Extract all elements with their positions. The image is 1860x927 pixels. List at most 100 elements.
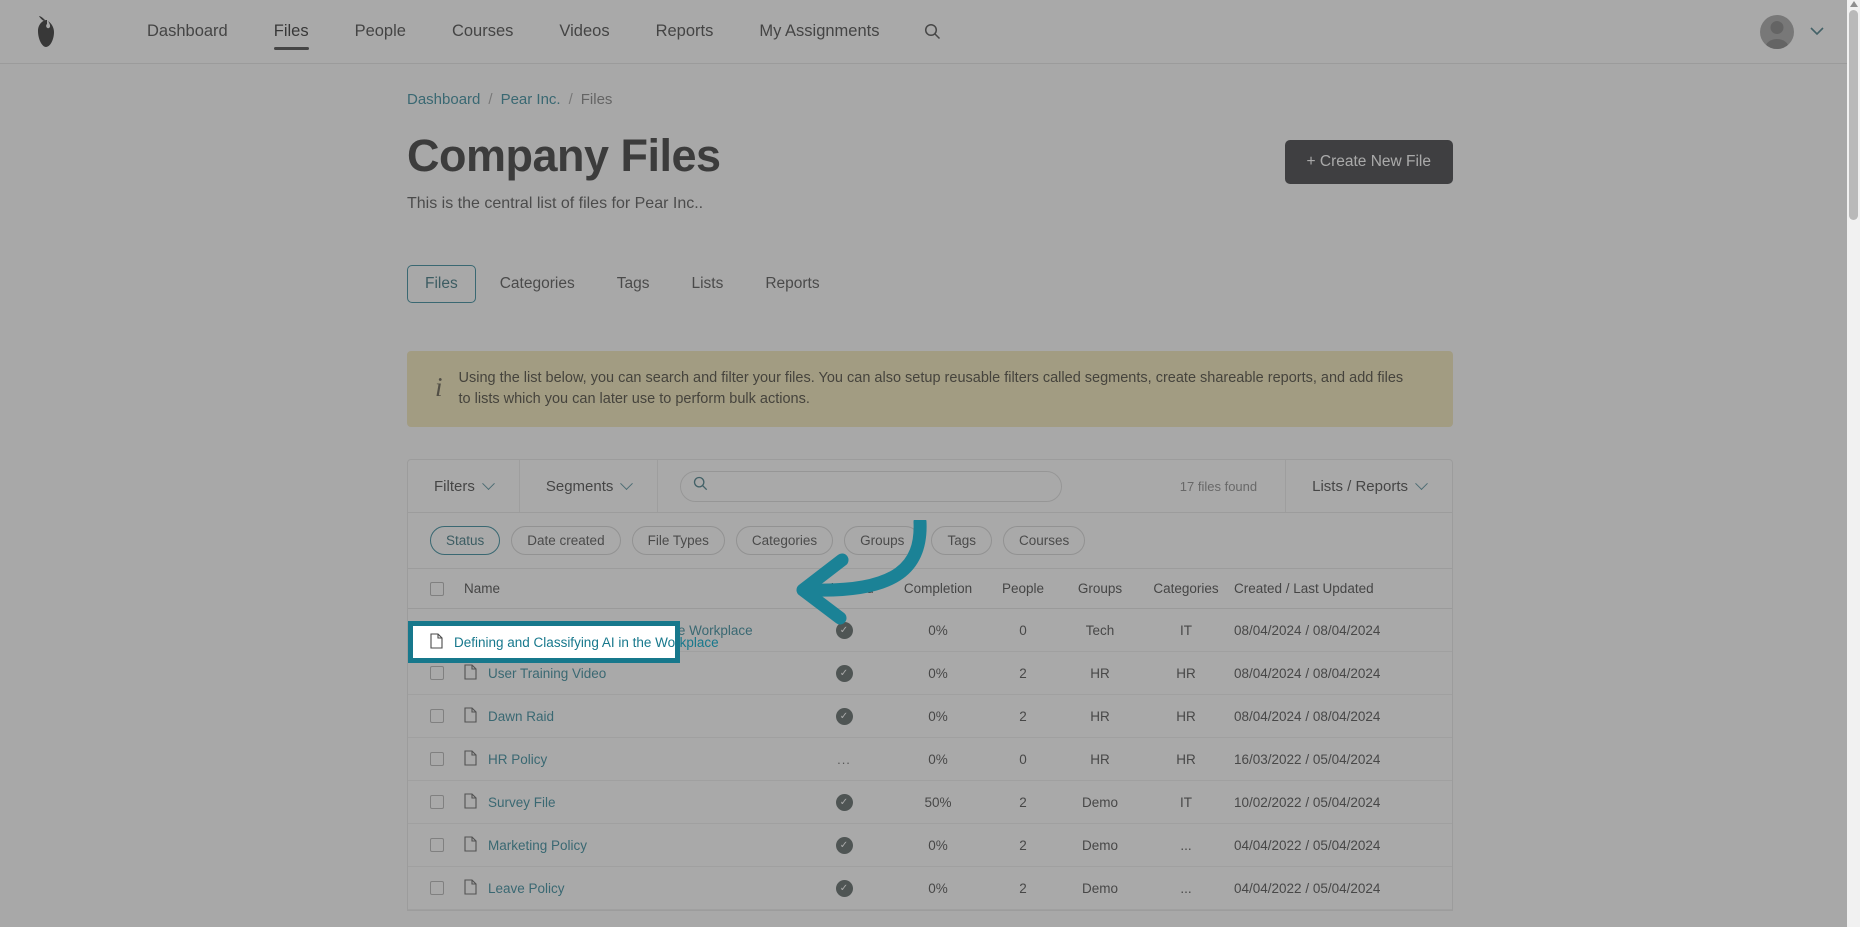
row-checkbox[interactable]: [430, 709, 444, 724]
table-row[interactable]: HR Policy... 0% 0 HR HR 16/03/2022 / 05/04/20…: [408, 738, 1452, 782]
published-check-icon: ✓: [835, 837, 853, 855]
filter-chip-categories[interactable]: Categories: [735, 526, 834, 556]
tab-tags[interactable]: Tags: [599, 265, 668, 303]
tab-categories[interactable]: Categories: [482, 265, 593, 303]
cell-categories: HR: [1176, 751, 1196, 767]
cell-groups: Tech: [1085, 622, 1115, 638]
nav-item-my-assignments[interactable]: My Assignments: [736, 0, 902, 64]
select-all-checkbox[interactable]: [430, 581, 444, 596]
search-icon[interactable]: [924, 23, 941, 40]
filter-chip-date-created[interactable]: Date created: [511, 526, 621, 556]
search-area: 17 files found: [658, 460, 1287, 513]
tab-label: Reports: [765, 275, 820, 292]
column-header-categories[interactable]: Categories: [1138, 581, 1234, 596]
cell-people: 0: [1019, 751, 1027, 767]
cell-created: 04/04/2022 / 05/04/2024: [1234, 880, 1381, 896]
cell-name: Defining and Classifying AI in the Workp…: [464, 621, 796, 640]
cell-published: ✓: [796, 793, 892, 812]
column-header-completion[interactable]: Completion: [892, 581, 984, 596]
row-checkbox[interactable]: [430, 666, 444, 681]
filter-chip-status[interactable]: Status: [430, 526, 501, 556]
file-document-icon: [464, 879, 477, 898]
file-name-link[interactable]: Survey File: [488, 795, 556, 810]
cell-categories: HR: [1176, 665, 1196, 681]
column-header-published[interactable]: Published: [796, 581, 892, 596]
scroll-up-arrow-icon[interactable]: [1850, 1, 1858, 7]
breadcrumb-separator: /: [488, 91, 493, 108]
nav-item-files[interactable]: Files: [251, 0, 332, 64]
column-header-name[interactable]: Name: [464, 581, 796, 596]
row-checkbox[interactable]: [430, 795, 444, 810]
user-avatar-icon[interactable]: [1760, 14, 1794, 49]
breadcrumb-company[interactable]: Pear Inc.: [501, 91, 561, 108]
table-row[interactable]: Defining and Classifying AI in the Workp…: [408, 609, 1452, 653]
search-box[interactable]: [680, 470, 1063, 502]
segments-label: Segments: [545, 477, 614, 495]
nav-items: Dashboard Files People Courses Videos Re…: [124, 0, 941, 64]
table-row[interactable]: User Training Video ✓ 0% 2 HR HR 08/04/2024 / …: [408, 652, 1452, 696]
cell-published: ✓: [796, 836, 892, 855]
cell-categories: HR: [1176, 708, 1196, 724]
pear-logo-icon[interactable]: [14, 15, 78, 49]
files-table: Name Published Completion People Groups …: [407, 569, 1453, 912]
cell-groups: HR: [1090, 665, 1110, 681]
table-row[interactable]: Leave Policy ✓ 0% 2 Demo... 04/04/2022 / 05/0…: [408, 867, 1452, 911]
row-checkbox[interactable]: [430, 881, 444, 896]
cell-completion: 0%: [928, 708, 948, 724]
cell-categories: ...: [1180, 880, 1192, 896]
file-name-link[interactable]: HR Policy: [488, 752, 547, 767]
filter-chip-file-types[interactable]: File Types: [631, 526, 725, 556]
column-header-groups[interactable]: Groups: [1062, 581, 1138, 596]
breadcrumb-dashboard[interactable]: Dashboard: [407, 91, 480, 108]
file-document-icon: [464, 707, 477, 726]
file-name-link[interactable]: Marketing Policy: [488, 838, 587, 853]
create-new-file-button[interactable]: + Create New File: [1284, 140, 1453, 184]
filter-chip-row: Status Date created File Types Categorie…: [407, 513, 1453, 570]
nav-label: Dashboard: [147, 22, 228, 40]
chip-label: Tags: [947, 533, 976, 549]
nav-item-reports[interactable]: Reports: [633, 0, 737, 64]
cell-people: 2: [1019, 837, 1027, 853]
file-name-link[interactable]: Leave Policy: [488, 881, 565, 896]
table-row[interactable]: Marketing Policy ✓ 0% 2 Demo... 04/04/2022 / …: [408, 824, 1452, 868]
tab-files[interactable]: Files: [407, 265, 476, 303]
filters-label: Filters: [434, 477, 475, 495]
table-row[interactable]: Dawn Raid ✓ 0% 2 HR HR 08/04/2024 / 08/04/2024: [408, 695, 1452, 739]
nav-item-dashboard[interactable]: Dashboard: [124, 0, 251, 64]
chevron-down-icon[interactable]: [1810, 23, 1824, 41]
file-name-link[interactable]: User Training Video: [488, 666, 606, 681]
scrollbar-thumb[interactable]: [1849, 10, 1858, 220]
column-header-people[interactable]: People: [984, 581, 1062, 596]
nav-label: Reports: [655, 22, 714, 40]
column-header-created[interactable]: Created / Last Updated: [1234, 581, 1430, 596]
file-name-link[interactable]: Defining and Classifying AI in the Workp…: [488, 623, 753, 638]
nav-item-videos[interactable]: Videos: [536, 0, 632, 64]
filter-chip-groups[interactable]: Groups: [844, 526, 921, 556]
cell-completion: 0%: [928, 837, 948, 853]
segments-dropdown[interactable]: Segments: [520, 460, 659, 513]
table-row[interactable]: Survey File ✓ 50% 2 Demo IT 10/02/2022 / 05/04…: [408, 781, 1452, 825]
row-checkbox-cell: [430, 752, 464, 767]
nav-label: People: [354, 22, 406, 40]
tab-lists[interactable]: Lists: [673, 265, 741, 303]
nav-item-courses[interactable]: Courses: [429, 0, 536, 64]
tab-reports[interactable]: Reports: [747, 265, 837, 303]
list-toolbar: Filters Segments 17 files found Lists / …: [407, 459, 1453, 514]
filters-dropdown[interactable]: Filters: [408, 460, 520, 513]
cell-groups: Demo: [1081, 837, 1118, 853]
search-input[interactable]: [716, 478, 1050, 495]
tab-bar: Files Categories Tags Lists Reports: [407, 265, 1453, 303]
file-name-link[interactable]: Dawn Raid: [488, 709, 554, 724]
nav-label: Videos: [559, 22, 610, 40]
filter-chip-courses[interactable]: Courses: [1002, 526, 1086, 556]
row-checkbox[interactable]: [430, 838, 444, 853]
file-document-icon: [464, 621, 477, 640]
lists-reports-dropdown[interactable]: Lists / Reports: [1286, 460, 1452, 512]
nav-item-people[interactable]: People: [332, 0, 429, 64]
cell-groups: HR: [1090, 708, 1110, 724]
cell-people: 2: [1019, 880, 1027, 896]
row-checkbox[interactable]: [430, 752, 444, 767]
row-checkbox[interactable]: [430, 623, 444, 638]
filter-chip-tags[interactable]: Tags: [931, 526, 992, 556]
page-scrollbar[interactable]: [1847, 0, 1860, 927]
